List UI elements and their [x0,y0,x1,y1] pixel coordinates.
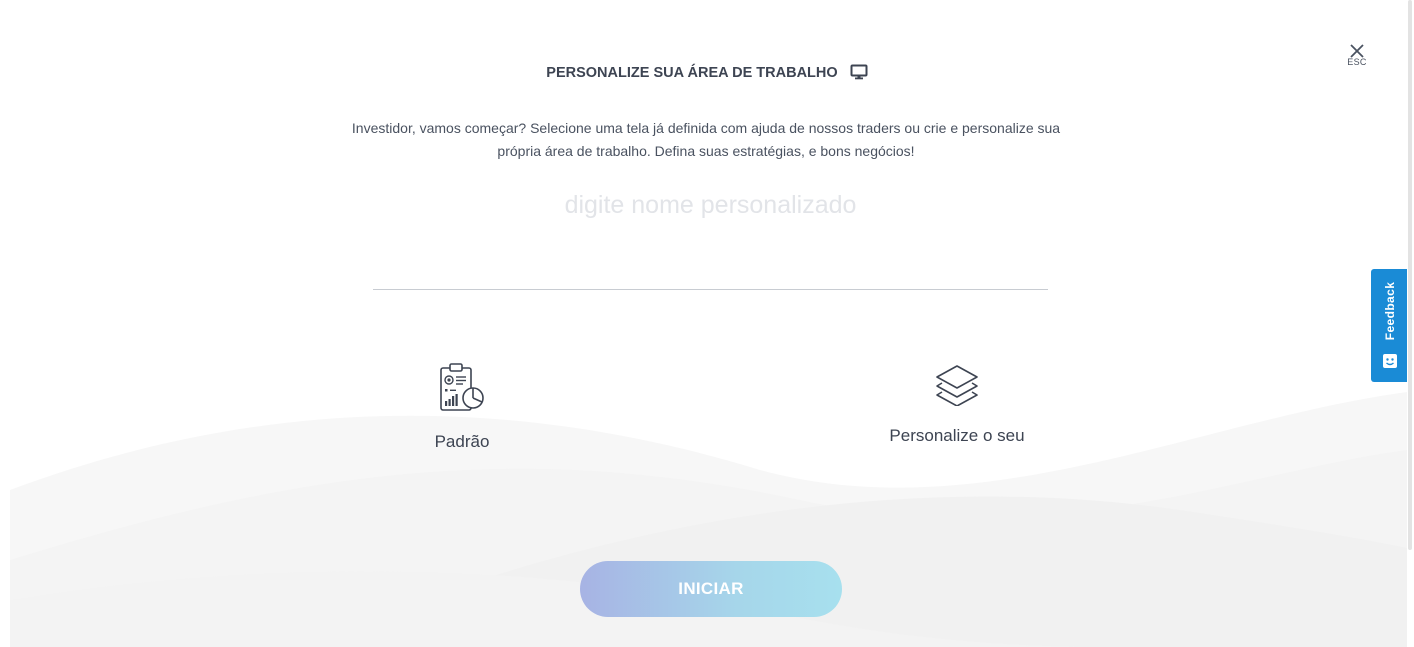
feedback-tab[interactable]: Feedback [1371,269,1409,382]
scrollbar-thumb[interactable] [1408,0,1412,550]
report-chart-icon [440,363,484,411]
start-button[interactable]: INICIAR [580,561,842,617]
workspace-name-input[interactable] [373,194,1048,290]
layers-icon [936,365,978,406]
background-waves [10,392,1407,647]
dialog-title-row: PERSONALIZE SUA ÁREA DE TRABALHO [0,64,1414,81]
intro-text: Investidor, vamos começar? Selecione uma… [351,120,1061,159]
feedback-smile-icon [1383,354,1397,368]
option-padrao-label: Padrão [434,432,490,451]
monitor-icon [850,64,868,80]
dialog-title: PERSONALIZE SUA ÁREA DE TRABALHO [546,65,838,81]
option-personalize[interactable]: Personalize o seu [857,362,1057,446]
close-icon [1350,44,1364,58]
option-personalize-label: Personalize o seu [889,426,1025,445]
feedback-label: Feedback [1383,281,1397,341]
workspace-setup-page: ESC PERSONALIZE SUA ÁREA DE TRABALHO Inv… [0,0,1414,647]
option-padrao[interactable]: Padrão [382,362,542,452]
